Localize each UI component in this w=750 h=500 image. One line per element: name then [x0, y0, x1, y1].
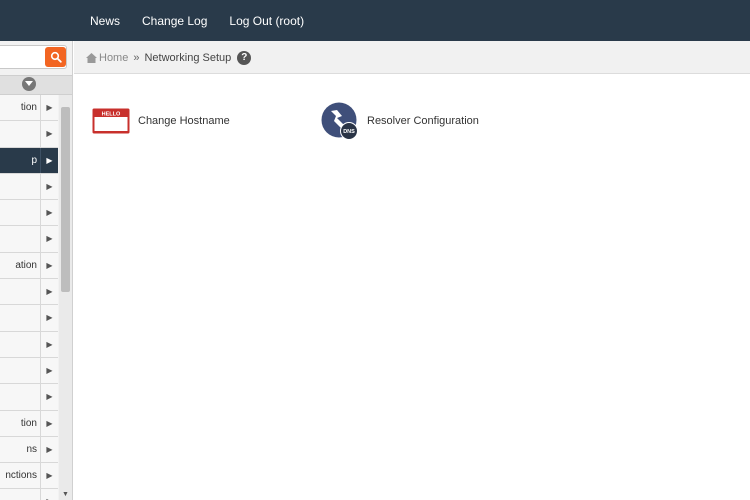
collapse-bar [0, 75, 72, 95]
breadcrumb-separator: » [133, 51, 140, 64]
search-button[interactable] [45, 47, 66, 67]
expand-arrow-icon[interactable]: ▶ [40, 357, 58, 384]
resolver-configuration-label: Resolver Configuration [367, 115, 479, 127]
hello-icon-text: HELLO [102, 112, 121, 118]
sidebar-item[interactable]: ▶ [0, 173, 58, 201]
sidebar-item[interactable]: ▶ [0, 384, 58, 411]
chevron-down-icon [25, 81, 33, 86]
expand-arrow-icon[interactable]: ▶ [40, 173, 58, 200]
breadcrumb-current: Networking Setup [144, 51, 232, 64]
sidebar-item[interactable]: ation ▶ [0, 252, 58, 280]
sidebar-item[interactable]: ▶ [0, 331, 58, 358]
sidebar-item[interactable]: nctions ▶ [0, 463, 58, 490]
expand-arrow-icon[interactable]: ▶ [40, 147, 58, 173]
sidebar-item-label: ation [15, 259, 37, 271]
expand-arrow-icon[interactable]: ▶ [40, 279, 58, 305]
sidebar-item-label: tion [20, 102, 37, 113]
expand-arrow-icon[interactable]: ▶ [40, 384, 58, 410]
expand-arrow-icon[interactable]: ▶ [40, 305, 58, 331]
sidebar-item[interactable]: ▶ [0, 226, 58, 253]
sidebar-item[interactable]: ▶ [0, 305, 58, 332]
expand-arrow-icon[interactable]: ▶ [40, 252, 58, 279]
sidebar-item-label: p [31, 154, 37, 166]
breadcrumb: Home » Networking Setup ? [86, 41, 252, 74]
dns-icon-text: DNS [343, 129, 355, 135]
expand-arrow-icon[interactable]: ▶ [40, 489, 58, 500]
resolver-configuration-link[interactable]: DNS Resolver Configuration [321, 102, 479, 140]
top-nav: News Change Log Log Out (root) [90, 0, 326, 41]
sidebar-item[interactable]: ▶ [0, 279, 58, 306]
logout-link[interactable]: Log Out (root) [229, 14, 304, 28]
breadcrumb-home-label: Home [99, 51, 129, 64]
news-link[interactable]: News [90, 14, 120, 28]
sidebar-item[interactable]: tion ▶ [0, 95, 58, 122]
expand-arrow-icon[interactable]: ▶ [40, 200, 58, 226]
scroll-down-arrow-icon[interactable]: ▼ [59, 490, 72, 500]
expand-arrow-icon[interactable]: ▶ [40, 331, 58, 357]
expand-arrow-icon[interactable]: ▶ [40, 410, 58, 436]
expand-arrow-icon[interactable]: ▶ [40, 121, 58, 147]
sidebar: tion ▶ ▶ p ▶ ▶ ▶ ▶ ation ▶ ▶ ▶ ▶ ▶ ▶ tion ▶ … [0, 41, 73, 500]
sidebar-item-label: nctions [5, 470, 37, 482]
sidebar-item[interactable]: ns ▶ [0, 436, 58, 464]
sidebar-menu: tion ▶ ▶ p ▶ ▶ ▶ ▶ ation ▶ ▶ ▶ ▶ ▶ ▶ tion ▶ … [0, 95, 58, 500]
sidebar-item[interactable]: ▶ [0, 121, 58, 148]
change-hostname-link[interactable]: HELLO Change Hostname [92, 108, 230, 134]
breadcrumb-bar: Home » Networking Setup ? [74, 41, 750, 74]
breadcrumb-home-link[interactable]: Home [86, 52, 128, 64]
sidebar-item-networking-setup[interactable]: p ▶ [0, 147, 58, 174]
sidebar-item[interactable]: tion ▶ [0, 410, 58, 437]
sidebar-item[interactable]: ▶ [0, 357, 58, 385]
change-hostname-label: Change Hostname [138, 115, 230, 127]
sidebar-item-label: ns [26, 443, 37, 455]
home-icon [86, 52, 97, 63]
expand-arrow-icon[interactable]: ▶ [40, 436, 58, 463]
hello-name-tag-icon: HELLO [92, 108, 130, 134]
expand-arrow-icon[interactable]: ▶ [40, 463, 58, 489]
search-icon [50, 51, 62, 63]
sidebar-item-label: tion [20, 417, 37, 429]
scrollbar-thumb[interactable] [61, 107, 70, 292]
sidebar-item[interactable]: ▶ [0, 200, 58, 227]
sidebar-item[interactable]: ▶ [0, 489, 58, 500]
collapse-button[interactable] [22, 77, 36, 91]
top-bar: News Change Log Log Out (root) [0, 0, 750, 41]
change-log-link[interactable]: Change Log [142, 14, 207, 28]
sidebar-scrollbar[interactable]: ▼ [59, 95, 72, 500]
help-icon[interactable]: ? [237, 50, 252, 65]
expand-arrow-icon[interactable]: ▶ [40, 226, 58, 252]
expand-arrow-icon[interactable]: ▶ [40, 95, 58, 121]
dns-wrench-icon: DNS [321, 102, 358, 140]
